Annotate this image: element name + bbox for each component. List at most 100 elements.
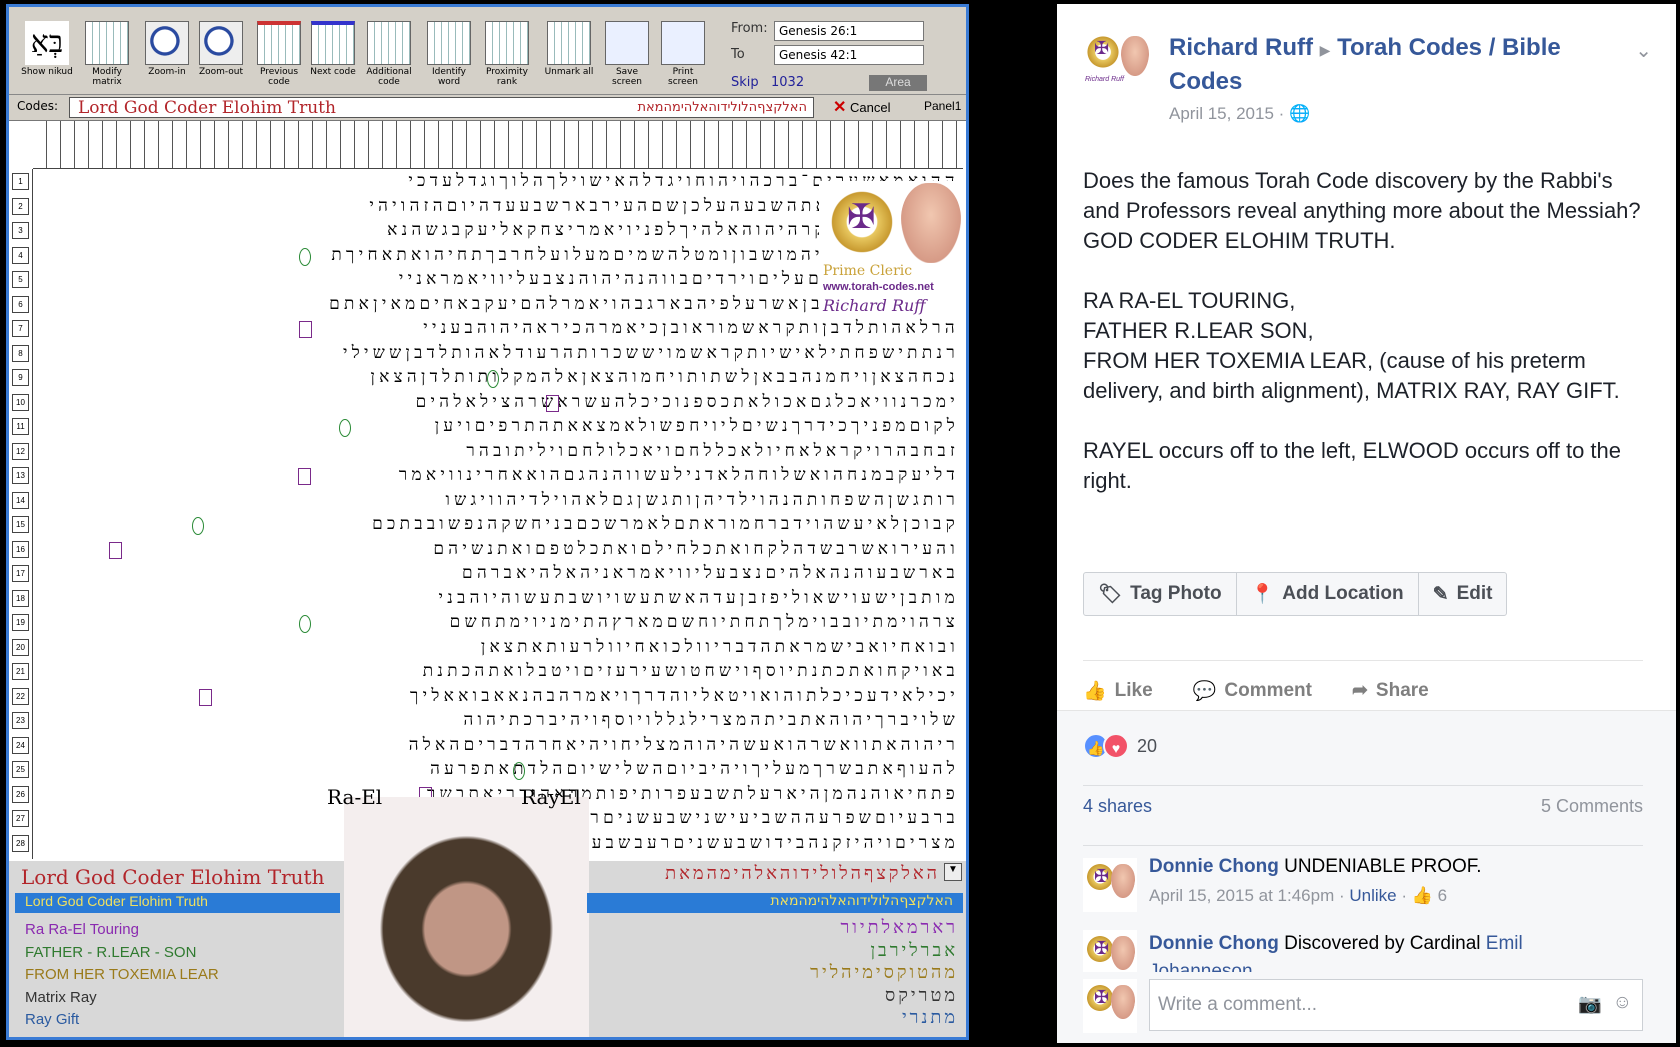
- unlike-link[interactable]: Unlike: [1349, 886, 1396, 905]
- share-label: Share: [1375, 679, 1429, 701]
- comment-meta: April 15, 2015 at 1:46pm · Unlike · 👍 6: [1149, 886, 1448, 905]
- row-number: 9: [12, 369, 29, 386]
- camera-icon[interactable]: 📷: [1578, 992, 1602, 1016]
- write-comment-row: Write a comment... 📷 ☺: [1083, 973, 1643, 1039]
- add-location-button[interactable]: 📍 Add Location: [1237, 573, 1419, 615]
- comments-list: Donnie Chong UNDENIABLE PROOF. April 15,…: [1083, 845, 1643, 972]
- result-item-hebrew[interactable]: אברלירבן: [870, 940, 958, 961]
- row-number: 11: [12, 418, 29, 435]
- toolbar-label: Zoom-out: [198, 67, 244, 77]
- result-item[interactable]: FATHER - R.LEAR - SON: [25, 944, 196, 961]
- zoom-out-button[interactable]: Zoom-out: [195, 17, 247, 93]
- from-field[interactable]: Genesis 26:1: [774, 21, 924, 41]
- letter-highlight[interactable]: [487, 370, 499, 388]
- previous-code-button[interactable]: Previous code: [253, 17, 305, 93]
- chevron-down-icon[interactable]: ▼: [944, 863, 962, 881]
- proximity-rank-button[interactable]: Proximity rank: [481, 17, 533, 93]
- print-screen-button[interactable]: Print screen: [657, 17, 709, 93]
- letter-highlight[interactable]: [199, 688, 212, 706]
- identify-word-button[interactable]: Identify word: [423, 17, 475, 93]
- avatar-face: [1111, 936, 1135, 970]
- commenter-avatar[interactable]: [1083, 858, 1137, 912]
- result-item-hebrew[interactable]: מתנרי: [902, 1007, 958, 1028]
- result-item-selected[interactable]: Lord God Coder Elohim Truth: [15, 893, 340, 913]
- save-screen-button[interactable]: Save screen: [601, 17, 653, 93]
- author-avatar[interactable]: Richard Ruff: [1083, 30, 1155, 102]
- unmark-all-button[interactable]: Unmark all: [543, 17, 595, 93]
- promo-title: Prime Cleric: [823, 263, 913, 279]
- result-label-hebrew: האלקצףהלולידוהאלהימהמאת: [770, 893, 953, 909]
- letter-highlight[interactable]: [192, 517, 204, 535]
- letter-highlight[interactable]: [339, 419, 351, 437]
- result-item[interactable]: FROM HER TOXEMIA LEAR: [25, 966, 219, 983]
- post-date[interactable]: April 15, 2015: [1169, 104, 1274, 123]
- results-panel: Lord God Coder Elohim Truth האלקצףהלוליד…: [9, 863, 966, 1043]
- edit-button[interactable]: ✎ Edit: [1419, 573, 1507, 615]
- author-name[interactable]: Richard Ruff: [1169, 34, 1313, 61]
- reactions-summary[interactable]: 👍 ♥ 20: [1083, 733, 1157, 759]
- result-item[interactable]: Ra Ra-El Touring: [25, 921, 139, 938]
- comment-body: UNDENIABLE PROOF.: [1284, 856, 1482, 877]
- toolbar-label: Next code: [310, 67, 356, 77]
- matrix-row: ימכרנוויאכלגםאכולאתכספנוכיכלהעשראשרהצילא…: [415, 391, 959, 412]
- result-item-hebrew[interactable]: רארמאלתיור: [840, 917, 958, 938]
- letter-highlight[interactable]: [299, 615, 311, 633]
- matrix-row: זבחבהרויקראלאחיולאכללחםויאכלולחםויליתובה…: [466, 440, 959, 461]
- comment-time[interactable]: April 15, 2015 at 1:46pm: [1149, 886, 1334, 905]
- row-number: 15: [12, 516, 29, 533]
- letter-highlight[interactable]: [299, 247, 311, 266]
- codes-select[interactable]: Lord God Coder Elohim Truth האלקצףהלוליד…: [69, 97, 814, 118]
- letter-highlight[interactable]: [513, 762, 525, 780]
- letter-highlight[interactable]: [546, 394, 559, 412]
- result-item-hebrew[interactable]: מטריקס: [885, 985, 958, 1006]
- additional-code-icon: [367, 21, 411, 65]
- area-button[interactable]: Area: [869, 75, 927, 91]
- commenter-avatar[interactable]: [1083, 930, 1137, 972]
- result-item-selected-hebrew[interactable]: האלקצףהלולידוהאלהימהמאת: [587, 893, 963, 913]
- to-field[interactable]: Genesis 42:1: [774, 45, 924, 65]
- love-reaction-icon: ♥: [1103, 733, 1129, 759]
- letter-highlight[interactable]: [109, 541, 122, 559]
- toolbar-label: Proximity rank: [486, 67, 528, 87]
- codes-bar: Codes: Lord God Coder Elohim Truth האלקצ…: [9, 95, 966, 121]
- modify-matrix-button[interactable]: Modify matrix: [81, 17, 133, 93]
- results-title-hebrew: האלקצףהלולידוהאלהימהמאת: [665, 863, 940, 884]
- matrix-row: נכחהצאןויחמנהבבאןלשתותויחמוהצאןאלהמקלותו…: [370, 367, 959, 387]
- cancel-button[interactable]: ✕ Cancel: [829, 97, 891, 118]
- like-button[interactable]: 👍 Like: [1083, 679, 1153, 703]
- panel-tab[interactable]: Panel1: [924, 99, 961, 113]
- comment-input[interactable]: Write a comment... 📷 ☺: [1149, 979, 1643, 1031]
- result-item[interactable]: Matrix Ray: [25, 989, 97, 1006]
- emoji-icon[interactable]: ☺: [1613, 992, 1632, 1014]
- comments-count[interactable]: 5 Comments: [1541, 796, 1643, 817]
- letter-highlight[interactable]: [299, 321, 312, 338]
- chevron-down-icon[interactable]: ⌄: [1635, 38, 1652, 63]
- letter-matrix[interactable]: 1 2 3 4 5 6 7 8 9 10 11 12 13 14 15 16 17 18 19 20 21 22 23 24 2…: [9, 121, 966, 861]
- location-pin-icon: 📍: [1250, 584, 1275, 605]
- matrix-row: בארשבעוהנהאלהיםנצבעליוויאמראניהאלהיאברהם: [462, 563, 959, 583]
- additional-code-button[interactable]: Additional code: [363, 17, 415, 93]
- share-button[interactable]: ➦ Share: [1352, 679, 1429, 702]
- show-nikud-button[interactable]: בְּאַ Show nikud: [21, 17, 73, 93]
- result-item[interactable]: Ray Gift: [25, 1011, 79, 1028]
- commenter-name[interactable]: Donnie Chong: [1149, 856, 1279, 877]
- avatar-signature: Richard Ruff: [1085, 76, 1124, 83]
- toolbar-label: Unmark all: [544, 67, 594, 77]
- matrix-row: להעוףאתבשרךמעליךויהיביוםהשלישיוםהלדתאתפר…: [430, 759, 959, 779]
- letter-highlight[interactable]: [298, 468, 311, 485]
- result-item-hebrew[interactable]: מהטוקסימיהליר: [810, 962, 958, 983]
- to-label: To: [731, 47, 745, 62]
- row-number: 8: [12, 344, 29, 362]
- comment-item: Donnie Chong Discovered by Cardinal Emil…: [1083, 928, 1643, 972]
- zoom-in-button[interactable]: Zoom-in: [141, 17, 193, 93]
- next-code-button[interactable]: Next code: [307, 17, 359, 93]
- shares-count[interactable]: 4 shares: [1083, 796, 1152, 816]
- print-icon: [661, 21, 705, 65]
- commenter-name[interactable]: Donnie Chong: [1149, 933, 1279, 954]
- post-feedback: 👍 ♥ 20 4 shares 5 Comments Donnie Chong …: [1057, 710, 1676, 1043]
- comment-button[interactable]: 💬 Comment: [1193, 679, 1312, 703]
- row-number: 6: [12, 295, 29, 313]
- tag-photo-button[interactable]: 🏷 Tag Photo: [1084, 573, 1237, 615]
- row-number: 1: [12, 173, 29, 190]
- matrix-row: באויקחואתכתנתיוסףוישחטושעירעזיםויטבלואתה…: [422, 661, 959, 681]
